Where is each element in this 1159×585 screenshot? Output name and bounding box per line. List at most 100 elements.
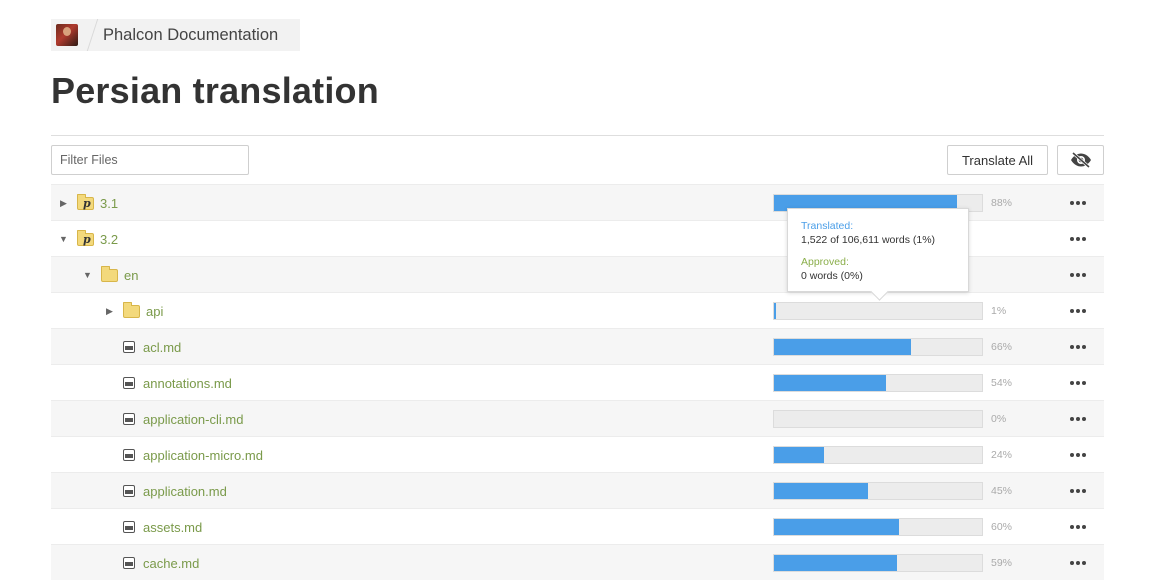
dot — [1076, 525, 1080, 529]
file-row[interactable]: application-micro.md 24% — [51, 436, 1104, 472]
row-label-group: ▶ api — [105, 293, 163, 329]
progress-bar[interactable] — [773, 518, 983, 536]
file-row[interactable]: cache.md 59% — [51, 544, 1104, 580]
dot — [1070, 561, 1074, 565]
more-options-icon[interactable] — [1067, 401, 1089, 437]
dot — [1082, 381, 1086, 385]
more-options-icon[interactable] — [1067, 329, 1089, 365]
tooltip-translated-label: Translated: — [801, 220, 854, 232]
dot — [1076, 381, 1080, 385]
hide-translated-button[interactable] — [1057, 145, 1104, 175]
dot — [1082, 201, 1086, 205]
dot — [1082, 273, 1086, 277]
progress-bar-fill — [774, 483, 868, 499]
caret-right-icon[interactable]: ▶ — [105, 306, 114, 317]
row-name-link[interactable]: application.md — [143, 484, 227, 499]
file-row[interactable]: application.md 45% — [51, 472, 1104, 508]
more-options-icon[interactable] — [1067, 185, 1089, 221]
progress-bar-fill — [774, 339, 912, 355]
dot — [1082, 237, 1086, 241]
filter-files-input[interactable] — [51, 145, 249, 175]
more-options-icon[interactable] — [1067, 221, 1089, 257]
file-row[interactable]: assets.md 60% — [51, 508, 1104, 544]
file-row[interactable]: annotations.md 54% — [51, 364, 1104, 400]
more-options-icon[interactable] — [1067, 293, 1089, 329]
row-label-group: application-micro.md — [105, 437, 263, 473]
row-label-group: assets.md — [105, 509, 202, 545]
more-options-icon[interactable] — [1067, 473, 1089, 509]
row-name-link[interactable]: cache.md — [143, 556, 199, 571]
row-label-group: ▼ p 3.2 — [59, 221, 118, 257]
dot — [1082, 345, 1086, 349]
dot — [1070, 453, 1074, 457]
file-row[interactable]: acl.md 66% — [51, 328, 1104, 364]
progress-percent: 88% — [991, 197, 1013, 209]
progress-bar[interactable] — [773, 446, 983, 464]
progress-percent: 0% — [991, 413, 1007, 425]
dot — [1070, 525, 1074, 529]
row-name-link[interactable]: 3.2 — [100, 232, 118, 247]
file-row[interactable]: application-cli.md 0% — [51, 400, 1104, 436]
more-options-icon[interactable] — [1067, 509, 1089, 545]
folder-row[interactable]: ▶ api 1% — [51, 292, 1104, 328]
row-label-group: acl.md — [105, 329, 181, 365]
more-options-icon[interactable] — [1067, 365, 1089, 401]
breadcrumb-project-link[interactable]: Phalcon Documentation — [103, 26, 278, 45]
dot — [1076, 489, 1080, 493]
markdown-file-icon — [123, 377, 135, 389]
more-options-icon[interactable] — [1067, 437, 1089, 473]
tooltip-approved-label: Approved: — [801, 256, 849, 268]
tooltip-approved-value: 0 words (0%) — [801, 270, 863, 282]
dot — [1070, 417, 1074, 421]
progress-bar[interactable] — [773, 302, 983, 320]
dot — [1070, 381, 1074, 385]
dot — [1070, 273, 1074, 277]
markdown-file-icon — [123, 449, 135, 461]
progress-bar[interactable] — [773, 482, 983, 500]
caret-down-icon[interactable]: ▼ — [59, 234, 68, 244]
translate-all-button[interactable]: Translate All — [947, 145, 1048, 175]
dot — [1076, 417, 1080, 421]
row-name-link[interactable]: 3.1 — [100, 196, 118, 211]
row-name-link[interactable]: assets.md — [143, 520, 202, 535]
avatar[interactable] — [56, 24, 78, 46]
progress-percent: 54% — [991, 377, 1013, 389]
row-name-link[interactable]: acl.md — [143, 340, 181, 355]
markdown-file-icon — [123, 413, 135, 425]
progress-bar[interactable] — [773, 554, 983, 572]
row-name-link[interactable]: annotations.md — [143, 376, 232, 391]
dot — [1070, 345, 1074, 349]
markdown-file-icon — [123, 341, 135, 353]
dot — [1070, 237, 1074, 241]
caret-right-icon[interactable]: ▶ — [59, 198, 68, 209]
markdown-file-icon — [123, 557, 135, 569]
progress-bar[interactable] — [773, 374, 983, 392]
dot — [1076, 345, 1080, 349]
row-name-link[interactable]: application-micro.md — [143, 448, 263, 463]
dot — [1076, 561, 1080, 565]
row-name-link[interactable]: en — [124, 268, 138, 283]
breadcrumb: Phalcon Documentation — [51, 19, 300, 51]
branch-p-glyph: p — [83, 232, 91, 246]
row-name-link[interactable]: application-cli.md — [143, 412, 243, 427]
progress-percent: 60% — [991, 521, 1013, 533]
progress-percent: 1% — [991, 305, 1007, 317]
progress-bar-fill — [774, 519, 899, 535]
markdown-file-icon — [123, 521, 135, 533]
more-options-icon[interactable] — [1067, 257, 1089, 293]
dot — [1082, 489, 1086, 493]
branch-folder-icon: p — [77, 229, 94, 246]
progress-bar-fill — [774, 555, 897, 571]
dot — [1070, 489, 1074, 493]
more-options-icon[interactable] — [1067, 545, 1089, 581]
branch-p-glyph: p — [83, 196, 91, 210]
progress-bar[interactable] — [773, 338, 983, 356]
dot — [1076, 453, 1080, 457]
progress-bar-fill — [774, 447, 824, 463]
eye-slash-icon — [1070, 152, 1091, 168]
caret-down-icon[interactable]: ▼ — [83, 270, 92, 280]
dot — [1076, 273, 1080, 277]
row-name-link[interactable]: api — [146, 304, 163, 319]
progress-tooltip: Translated: 1,522 of 106,611 words (1%) … — [787, 208, 969, 292]
progress-bar[interactable] — [773, 410, 983, 428]
